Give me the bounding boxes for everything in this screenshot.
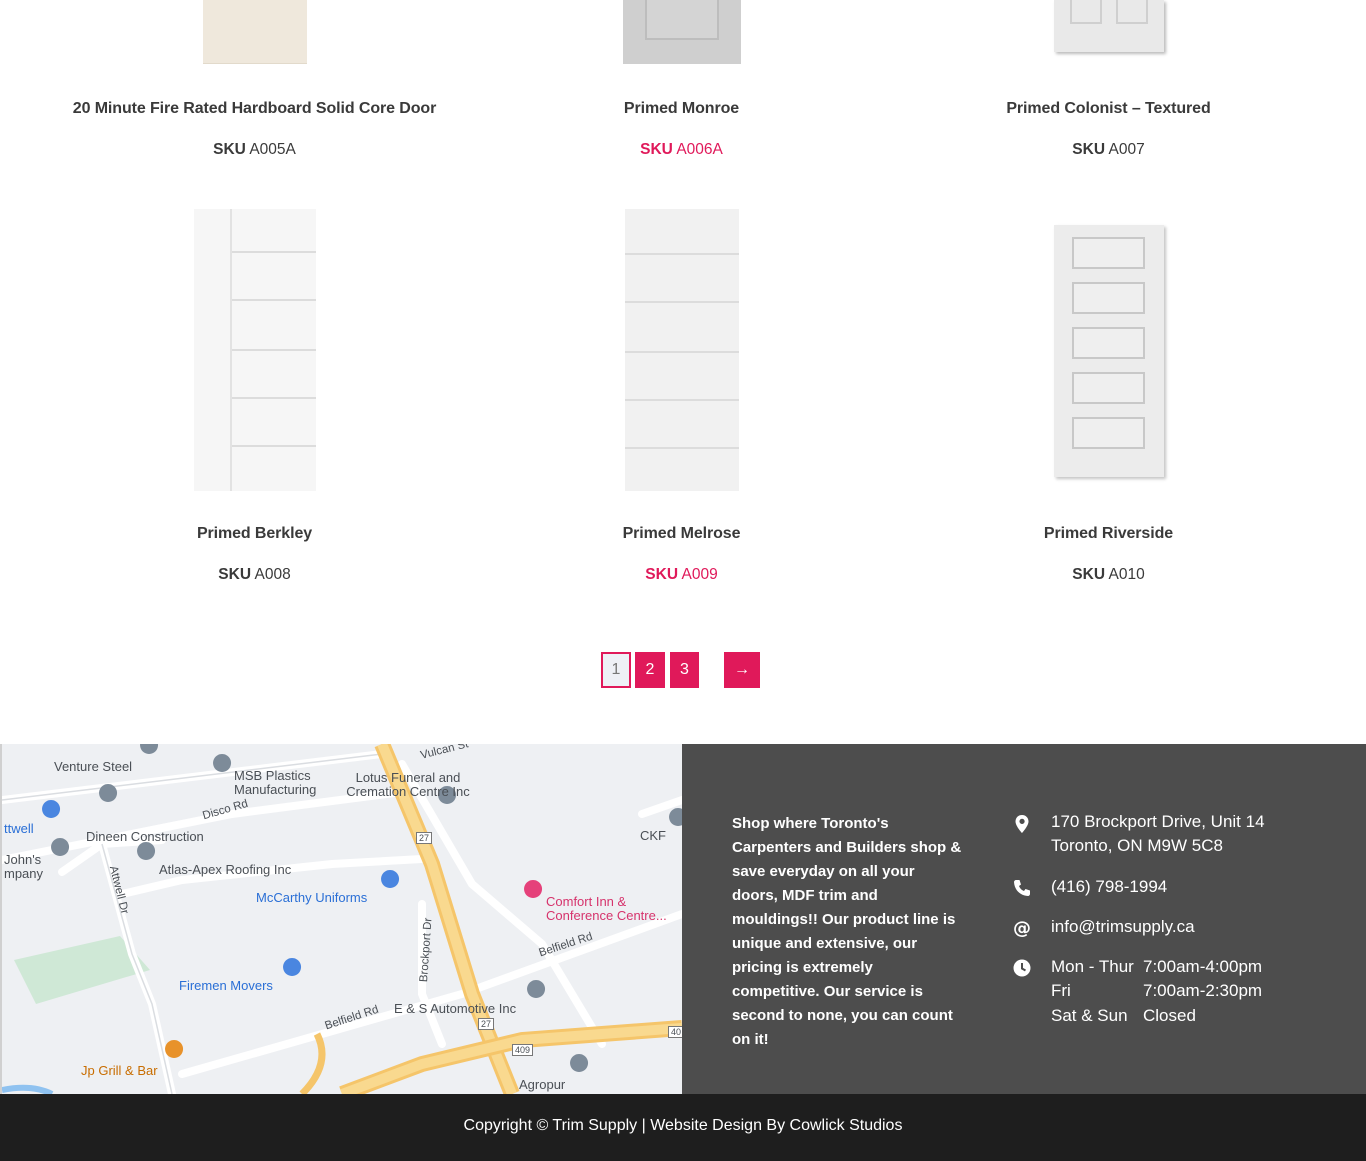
- map-label: Lotus Funeral and Cremation Centre Inc: [346, 770, 470, 799]
- hours-time: Closed: [1143, 1006, 1196, 1025]
- map-label: Firemen Movers: [179, 978, 273, 993]
- map-label: Dineen Construction: [86, 829, 204, 844]
- product-card[interactable]: Primed Melrose SKU A009: [468, 209, 895, 589]
- store-description: Shop where Toronto's Carpenters and Buil…: [732, 815, 962, 1048]
- map-label: Venture Steel: [54, 759, 133, 774]
- highway-shield: 27: [478, 1018, 495, 1030]
- map-label: Agropur: [519, 1077, 566, 1092]
- map-label: Comfort Inn & Conference Centre...: [546, 894, 667, 923]
- product-image[interactable]: [1053, 0, 1164, 52]
- phone-icon: [1012, 878, 1032, 898]
- map-label: MSB Plastics Manufacturing: [234, 768, 317, 797]
- page-3-link[interactable]: 3: [670, 652, 699, 688]
- highway-shield: 40: [668, 1026, 682, 1038]
- map-label: John's mpany: [4, 852, 44, 881]
- map-label: Atlas-Apex Roofing Inc: [159, 862, 292, 877]
- map-label: CKF: [640, 828, 666, 843]
- product-sku: SKU A009: [645, 566, 718, 583]
- map-label: ttwell: [4, 821, 34, 836]
- copyright-text: Copyright © Trim Supply | Website Design…: [463, 1117, 903, 1134]
- product-image[interactable]: [202, 0, 307, 64]
- product-title[interactable]: Primed Riverside: [895, 525, 1322, 543]
- page-2-link[interactable]: 2: [635, 652, 665, 688]
- product-title[interactable]: Primed Berkley: [41, 525, 468, 543]
- highway-shield: 27: [416, 832, 433, 844]
- page-1-link[interactable]: 1: [601, 652, 631, 688]
- footer-info: Shop where Toronto's Carpenters and Buil…: [682, 744, 1366, 1094]
- svg-text:@: @: [1013, 918, 1031, 938]
- map-label: McCarthy Uniforms: [256, 890, 368, 905]
- product-card[interactable]: Primed Colonist – Textured SKU A007: [895, 0, 1322, 170]
- copyright-bar: Copyright © Trim Supply | Website Design…: [0, 1094, 1366, 1161]
- address-line-1: 170 Brockport Drive, Unit 14: [1051, 812, 1265, 831]
- next-page-button[interactable]: →: [724, 652, 760, 688]
- product-sku: SKU A007: [1072, 141, 1145, 158]
- product-title[interactable]: Primed Monroe: [468, 100, 895, 118]
- location-map[interactable]: Venture Steel MSB Plastics Manufacturing…: [0, 744, 682, 1094]
- product-image[interactable]: [624, 209, 739, 491]
- hours-day: Mon - Thur: [1051, 957, 1134, 976]
- product-title[interactable]: Primed Colonist – Textured: [895, 100, 1322, 118]
- product-sku: SKU A006A: [640, 141, 723, 158]
- map-label: E & S Automotive Inc: [394, 1001, 517, 1016]
- product-title[interactable]: Primed Melrose: [468, 525, 895, 543]
- product-card[interactable]: Primed Riverside SKU A010: [895, 209, 1322, 589]
- hours-time: 7:00am-4:00pm: [1143, 957, 1263, 976]
- opening-hours: Mon - Thur 7:00am-4:00pm Fri 7:00am-2:30…: [1051, 955, 1291, 1031]
- hours-time: 7:00am-2:30pm: [1143, 981, 1263, 1000]
- highway-shield: 409: [512, 1044, 534, 1056]
- map-label: Jp Grill & Bar: [81, 1063, 158, 1078]
- product-card[interactable]: Primed Berkley SKU A008: [41, 209, 468, 589]
- at-icon: @: [1012, 918, 1032, 939]
- clock-icon: [1012, 958, 1032, 978]
- product-card[interactable]: Primed Monroe SKU A006A: [468, 0, 895, 170]
- map-pin-icon: [1012, 814, 1032, 834]
- product-sku: SKU A008: [218, 566, 291, 583]
- product-sku: SKU A005A: [213, 141, 296, 158]
- product-title[interactable]: 20 Minute Fire Rated Hardboard Solid Cor…: [41, 100, 468, 118]
- phone-number[interactable]: (416) 798-1994: [1051, 875, 1167, 899]
- hours-day: Sat & Sun: [1051, 1006, 1128, 1025]
- hours-day: Fri: [1051, 981, 1071, 1000]
- address-line-2: Toronto, ON M9W 5C8: [1051, 836, 1223, 855]
- product-sku: SKU A010: [1072, 566, 1145, 583]
- product-image[interactable]: [193, 209, 316, 491]
- email-link[interactable]: info@trimsupply.ca: [1051, 915, 1195, 939]
- product-image[interactable]: [1053, 225, 1164, 477]
- product-image[interactable]: [622, 0, 741, 64]
- product-card[interactable]: 20 Minute Fire Rated Hardboard Solid Cor…: [41, 0, 468, 170]
